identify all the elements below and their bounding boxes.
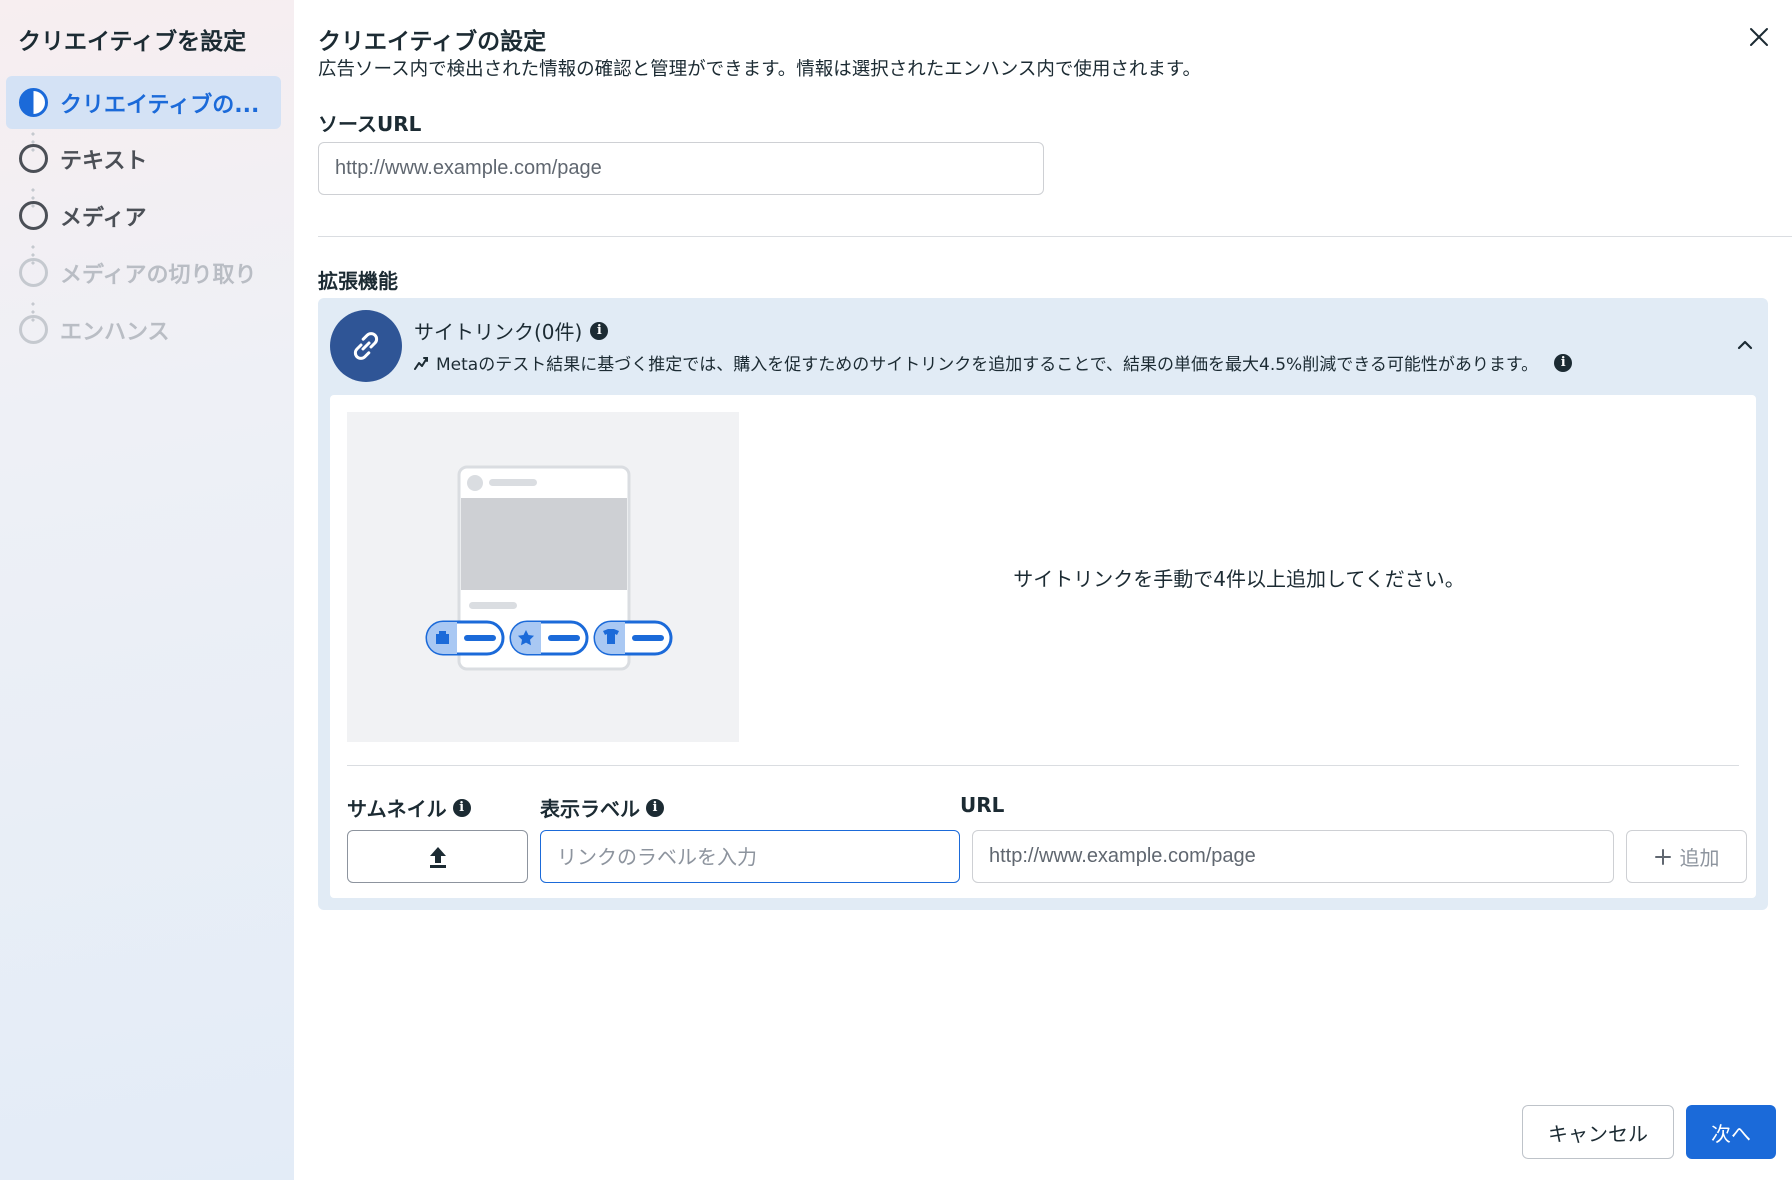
main-content: クリエイティブの設定 広告ソース内で検出された情報の確認と管理ができます。情報は…	[294, 0, 1792, 1180]
step-progress-icon	[19, 88, 48, 117]
sitelinks-title-text: サイトリンク(0件)	[414, 320, 583, 344]
step-label: メディア	[60, 205, 147, 231]
add-button-label: 追加	[1679, 846, 1720, 870]
step-circle-icon	[19, 258, 48, 287]
step-label: メディアの切り取り	[60, 262, 257, 288]
display-label-label: 表示ラベル i	[540, 793, 664, 822]
next-button[interactable]: 次へ	[1686, 1105, 1776, 1159]
step-label: エンハンス	[60, 319, 170, 345]
step-label: クリエイティブの...	[60, 92, 260, 118]
step-circle-icon	[19, 201, 48, 230]
sitelinks-illustration	[347, 412, 739, 742]
sitelink-url-input[interactable]	[972, 830, 1614, 883]
thumbnail-label: サムネイル i	[347, 793, 471, 822]
source-url-input[interactable]	[318, 142, 1044, 195]
info-icon[interactable]: i	[1554, 353, 1573, 372]
add-sitelink-button[interactable]: 追加	[1626, 830, 1747, 883]
page-title: クリエイティブの設定	[318, 29, 547, 55]
step-media[interactable]: メディア	[6, 189, 281, 242]
info-icon[interactable]: i	[590, 321, 609, 340]
chevron-up-icon[interactable]	[1734, 334, 1756, 356]
recommendation-text: Metaのテスト結果に基づく推定では、購入を促すためのサイトリンクを追加すること…	[436, 355, 1539, 375]
sidebar-title: クリエイティブを設定	[18, 29, 247, 55]
editor-divider	[347, 765, 1739, 766]
step-creative-settings[interactable]: クリエイティブの...	[6, 76, 281, 129]
sitelinks-title: サイトリンク(0件) i	[414, 316, 609, 345]
step-circle-icon	[19, 144, 48, 173]
url-label-text: URL	[960, 793, 1005, 817]
thumbnail-label-text: サムネイル	[347, 797, 447, 821]
close-icon	[1750, 28, 1768, 46]
section-divider	[318, 236, 1792, 237]
extensions-label: 拡張機能	[318, 265, 398, 294]
sidebar: クリエイティブを設定 クリエイティブの... テキスト メディア メディアの切り…	[0, 0, 294, 1180]
sitelinks-panel: サイトリンク(0件) i Metaのテスト結果に基づく推定では、購入を促すための…	[318, 298, 1768, 910]
source-url-label-text: ソースURL	[318, 112, 422, 136]
sitelinks-empty-message: サイトリンクを手動で4件以上追加してください。	[1013, 566, 1465, 591]
upload-icon	[429, 846, 446, 868]
cancel-button[interactable]: キャンセル	[1522, 1105, 1674, 1159]
extensions-label-text: 拡張機能	[318, 269, 398, 293]
page-description: 広告ソース内で検出された情報の確認と管理ができます。情報は選択されたエンハンス内…	[318, 59, 1202, 80]
display-label-text: 表示ラベル	[540, 797, 640, 821]
sitelinks-editor: サイトリンクを手動で4件以上追加してください。 サムネイル i 表示ラベル i …	[330, 395, 1756, 898]
link-icon	[330, 310, 402, 382]
url-label: URL	[960, 793, 1004, 817]
info-icon[interactable]: i	[646, 798, 664, 817]
step-circle-icon	[19, 315, 48, 344]
sitelinks-recommendation: Metaのテスト結果に基づく推定では、購入を促すためのサイトリンクを追加すること…	[414, 350, 1573, 375]
step-label: テキスト	[60, 148, 148, 174]
display-label-input[interactable]	[540, 830, 960, 883]
step-text[interactable]: テキスト	[6, 132, 281, 185]
info-icon[interactable]: i	[452, 798, 471, 817]
trend-icon	[414, 356, 428, 370]
source-url-label: ソースURL	[318, 108, 421, 137]
step-enhance: エンハンス	[6, 303, 281, 356]
plus-icon	[1654, 848, 1671, 865]
step-media-crop: メディアの切り取り	[6, 246, 281, 299]
thumbnail-upload-button[interactable]	[347, 830, 528, 883]
close-button[interactable]	[1746, 24, 1772, 50]
